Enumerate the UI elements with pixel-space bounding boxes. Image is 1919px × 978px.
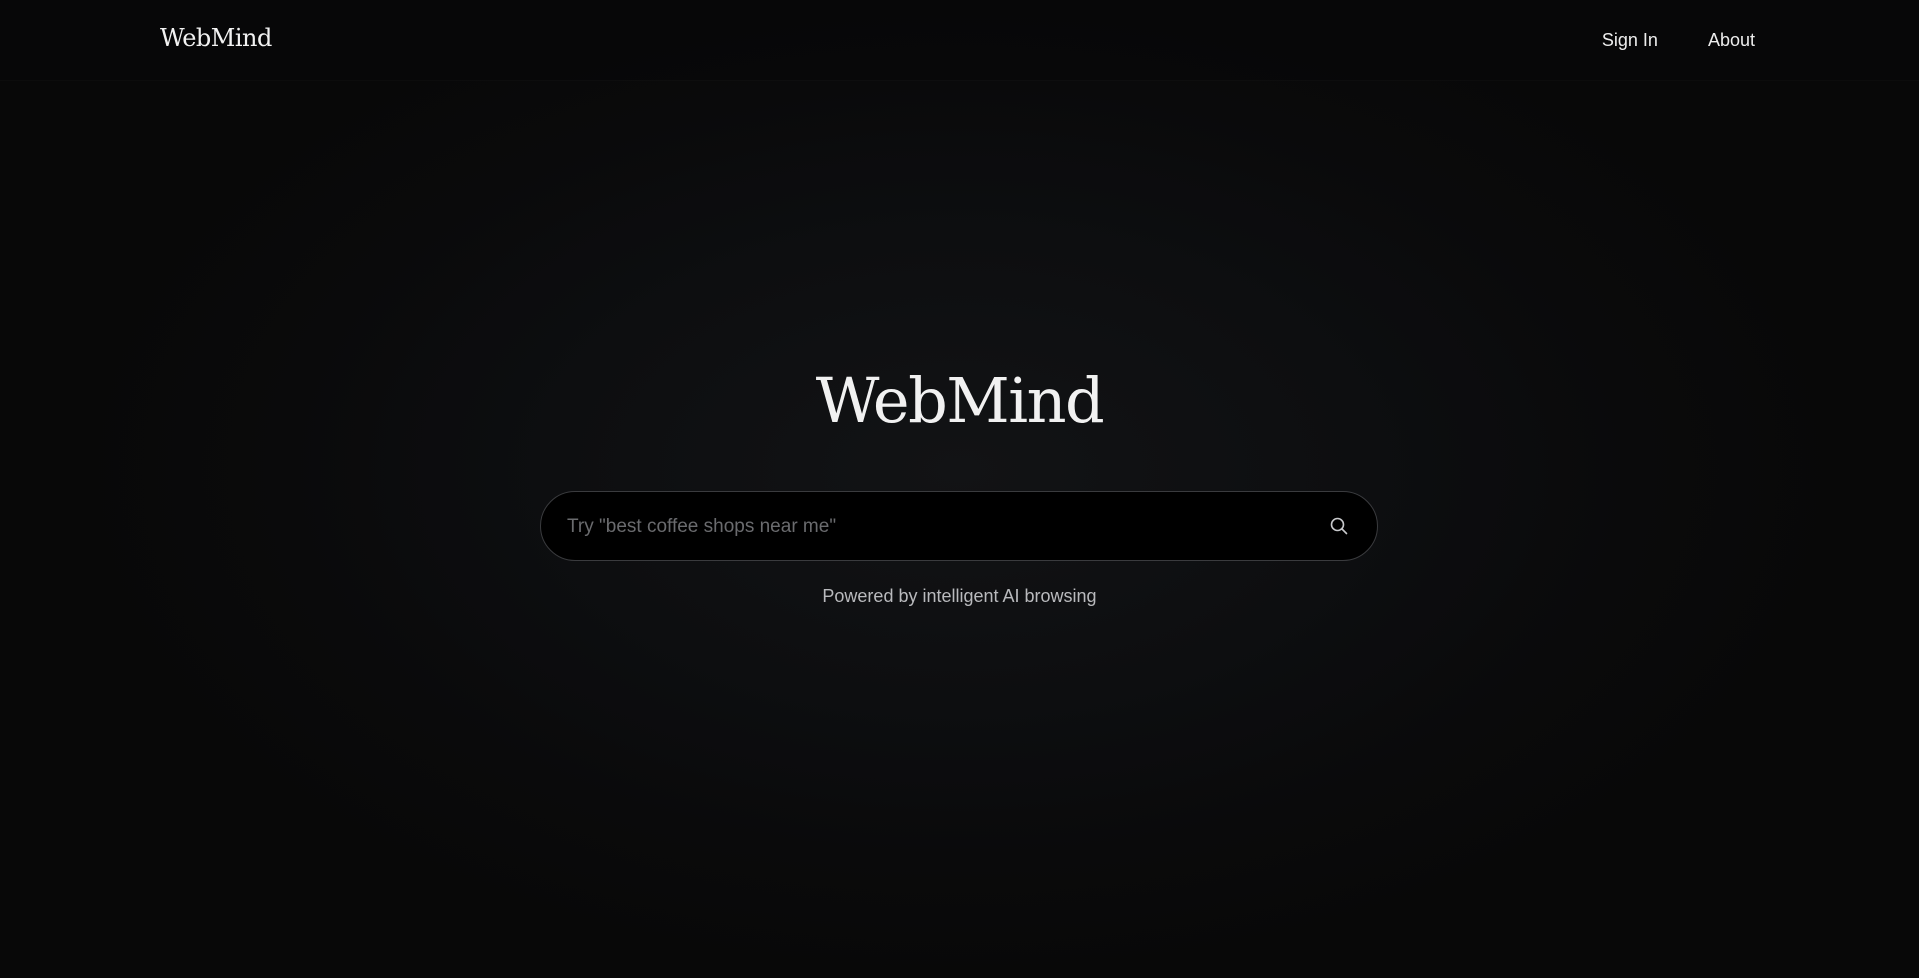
page: WebMind Sign In About WebMind Powered by… xyxy=(0,0,1919,978)
about-link[interactable]: About xyxy=(1708,30,1755,51)
search-input[interactable] xyxy=(565,492,1309,562)
search-bar xyxy=(540,491,1378,562)
tagline: Powered by intelligent AI browsing xyxy=(822,586,1097,606)
brand-logo[interactable]: WebMind xyxy=(160,24,272,52)
search-button[interactable] xyxy=(1327,514,1351,538)
hero-title: WebMind xyxy=(815,364,1105,437)
sign-in-link[interactable]: Sign In xyxy=(1602,30,1658,51)
header-nav: Sign In About xyxy=(1602,30,1755,51)
search-icon xyxy=(1330,517,1348,535)
top-navigation-bar: WebMind Sign In About xyxy=(0,0,1919,80)
